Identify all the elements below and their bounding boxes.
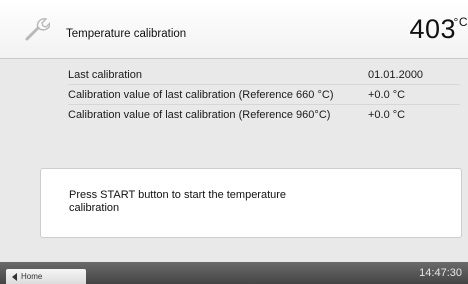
- page-title: Temperature calibration: [66, 28, 187, 40]
- wrench-icon: [25, 18, 50, 41]
- header-bar: Temperature calibration 403 °C: [0, 0, 468, 59]
- row-label: Calibration value of last calibration (R…: [68, 109, 331, 121]
- temperature-unit: °C: [453, 15, 468, 29]
- temperature-value: 403: [409, 14, 456, 44]
- row-label: Calibration value of last calibration (R…: [68, 89, 334, 101]
- info-row-calibration-660: Calibration value of last calibration (R…: [68, 85, 460, 105]
- info-row-last-calibration: Last calibration 01.01.2000: [68, 65, 460, 85]
- home-button[interactable]: Home: [6, 269, 86, 284]
- instruction-message: Press START button to start the temperat…: [69, 189, 287, 214]
- message-box: Press START button to start the temperat…: [40, 168, 462, 238]
- row-value: +0.0 °C: [368, 109, 406, 121]
- row-value: 01.01.2000: [368, 69, 424, 81]
- row-label: Last calibration: [68, 69, 142, 81]
- temperature-display: 403 °C: [409, 14, 467, 45]
- home-button-label: Home: [21, 272, 43, 281]
- arrow-left-icon: [12, 273, 17, 281]
- info-row-calibration-960: Calibration value of last calibration (R…: [68, 105, 460, 124]
- calibration-info-list: Last calibration 01.01.2000 Calibration …: [68, 65, 460, 124]
- row-value: +0.0 °C: [368, 89, 406, 101]
- clock: 14:47:30: [419, 267, 462, 279]
- footer-bar: Home 14:47:30: [0, 262, 468, 284]
